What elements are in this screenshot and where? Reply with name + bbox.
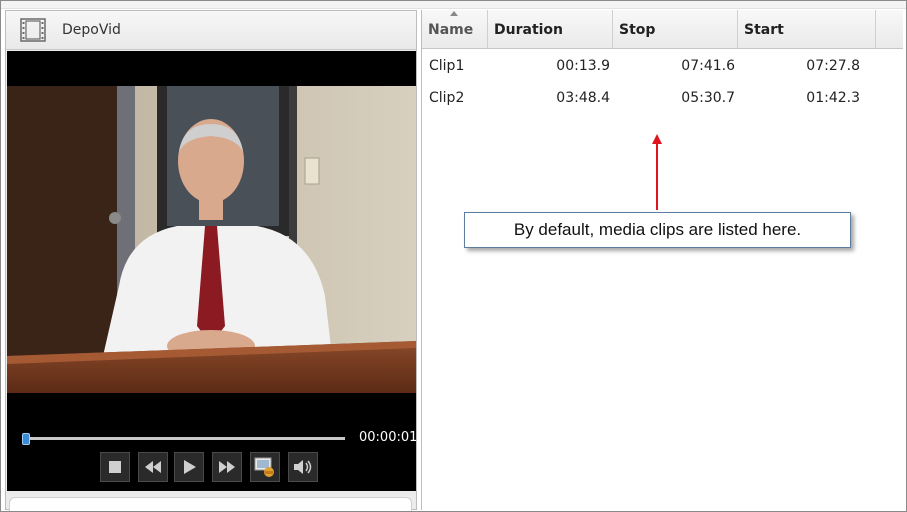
- annotation-arrow-icon: [652, 134, 662, 210]
- column-header-name-label: Name: [428, 22, 474, 38]
- snapshot-icon: [254, 457, 274, 477]
- play-icon: [184, 460, 196, 474]
- column-header-start-label: Start: [744, 22, 784, 38]
- table-row[interactable]: Clip1 00:13.9 07:41.6 07:27.8: [422, 50, 903, 82]
- film-icon: [20, 18, 46, 42]
- rewind-icon: [145, 461, 161, 473]
- annotation-callout: By default, media clips are listed here.: [464, 212, 851, 248]
- video-frame[interactable]: [7, 86, 416, 393]
- play-button[interactable]: [174, 452, 204, 482]
- rewind-button[interactable]: [138, 452, 168, 482]
- progress-knob[interactable]: [21, 433, 30, 445]
- volume-icon: [294, 460, 312, 474]
- fast-forward-icon: [219, 461, 235, 473]
- clip-stop: 05:30.7: [681, 90, 735, 106]
- progress-track[interactable]: [23, 437, 345, 440]
- column-header-start[interactable]: Start: [738, 10, 876, 48]
- clip-duration: 03:48.4: [556, 90, 610, 106]
- fast-forward-button[interactable]: [212, 452, 242, 482]
- volume-button[interactable]: [288, 452, 318, 482]
- grid-header: Name Duration Stop Start: [422, 10, 903, 49]
- table-row[interactable]: Clip2 03:48.4 05:30.7 01:42.3: [422, 82, 903, 114]
- stop-button[interactable]: [100, 452, 130, 482]
- column-header-name[interactable]: Name: [422, 10, 488, 48]
- stop-icon: [109, 461, 121, 473]
- clips-grid: Name Duration Stop Start Clip1 00:13.9 0…: [421, 10, 903, 510]
- window-top-strip: [0, 0, 907, 9]
- lower-panel-tab[interactable]: [9, 497, 412, 511]
- column-header-stop[interactable]: Stop: [613, 10, 738, 48]
- clip-start: 01:42.3: [806, 90, 860, 106]
- video-player[interactable]: 00:00:01: [7, 51, 418, 491]
- video-title: DepoVid: [62, 22, 121, 38]
- clip-name: Clip1: [429, 58, 465, 74]
- clip-stop: 07:41.6: [681, 58, 735, 74]
- clip-start: 07:27.8: [806, 58, 860, 74]
- column-header-duration[interactable]: Duration: [488, 10, 613, 48]
- column-header-stop-label: Stop: [619, 22, 656, 38]
- column-header-duration-label: Duration: [494, 22, 564, 38]
- snapshot-button[interactable]: [250, 452, 280, 482]
- clip-name: Clip2: [429, 90, 465, 106]
- video-panel-header: DepoVid: [6, 11, 416, 50]
- clip-duration: 00:13.9: [556, 58, 610, 74]
- time-readout: 00:00:01: [359, 430, 418, 445]
- video-panel: DepoVid 00:00:01: [5, 10, 418, 511]
- sort-ascending-icon: [450, 11, 458, 16]
